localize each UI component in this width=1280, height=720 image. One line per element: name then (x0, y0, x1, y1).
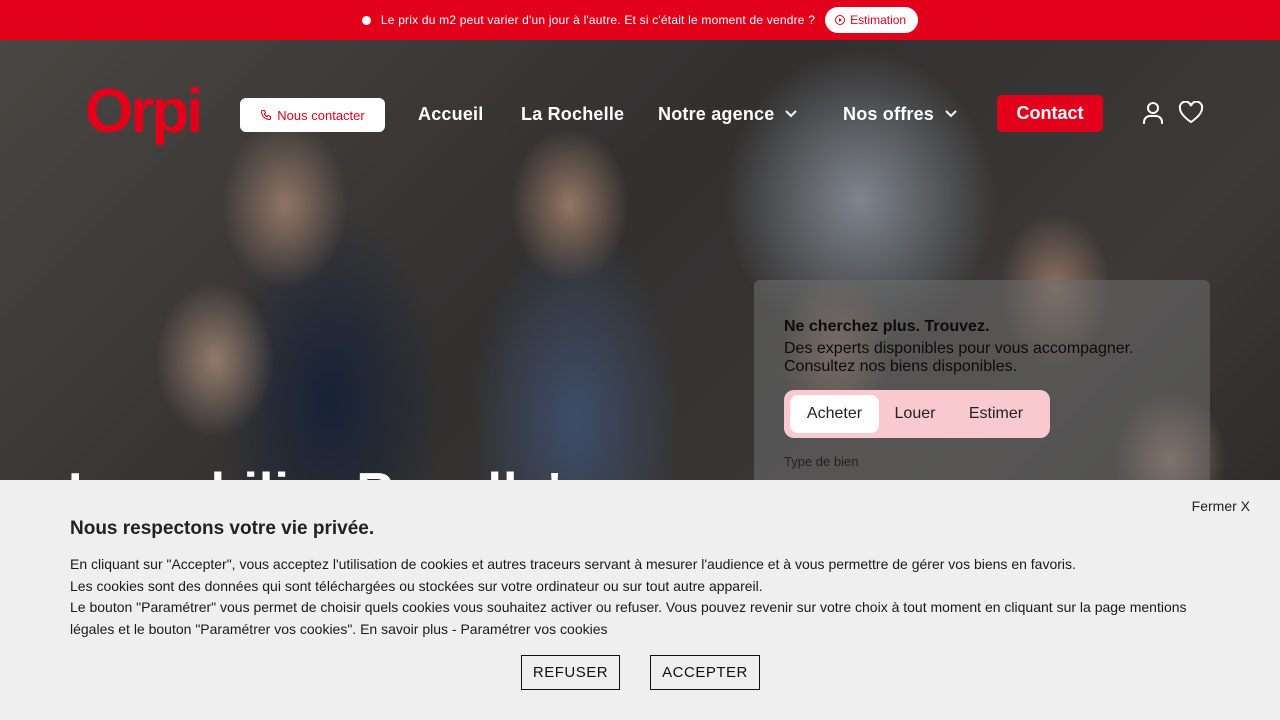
tab-louer[interactable]: Louer (879, 395, 951, 433)
bullet-dot-icon (361, 15, 371, 25)
nav-notre-agence[interactable]: Notre agence (658, 100, 798, 128)
estimation-label: Estimation (850, 13, 907, 27)
phone-icon (261, 110, 272, 121)
search-tabs: Acheter Louer Estimer (784, 390, 1050, 438)
nav-la-rochelle-label: La Rochelle (521, 103, 625, 124)
nav-accueil[interactable]: Accueil (418, 100, 483, 128)
contact-button-label: Contact (1016, 103, 1084, 123)
nav-la-rochelle[interactable]: La Rochelle (521, 100, 624, 128)
nav-nos-offres-label: Nos offres (843, 103, 935, 124)
cookie-banner: Fermer X Nous respectons votre vie privé… (0, 480, 1280, 720)
tab-acheter[interactable]: Acheter (790, 395, 879, 433)
announcement-message: Le prix du m2 peut varier d'un jour à l'… (380, 13, 816, 27)
nous-contacter-label: Nous contacter (277, 107, 365, 123)
nav-nos-offres[interactable]: Nos offres (843, 100, 958, 128)
svg-text:Orpi: Orpi (85, 82, 200, 146)
chevron-down-icon (785, 110, 798, 118)
cookie-paragraph-2: Les cookies sont des données qui sont té… (70, 577, 763, 594)
play-circle-icon (835, 15, 846, 25)
search-line-2: Consultez nos biens disponibles. (784, 358, 1018, 375)
cookie-paragraph-3: Le bouton "Paramétrer" vous permet de ch… (70, 599, 1187, 637)
cookie-title: Nous respectons votre vie privée. (70, 518, 375, 539)
cookie-refuse-button[interactable]: REFUSER (521, 655, 620, 690)
property-type-label: Type de bien (784, 454, 859, 469)
chevron-down-icon (945, 110, 957, 118)
announcement-bar: Le prix du m2 peut varier d'un jour à l'… (0, 0, 1280, 40)
cookie-accept-button[interactable]: ACCEPTER (650, 655, 760, 690)
cookie-paragraph-1: En cliquant sur "Accepter", vous accepte… (70, 556, 1076, 572)
cookie-close-button[interactable]: Fermer X (1192, 498, 1250, 514)
search-line-1: Des experts disponibles pour vous accomp… (784, 340, 1134, 357)
tab-estimer[interactable]: Estimer (951, 395, 1041, 433)
nous-contacter-button[interactable]: Nous contacter (240, 98, 385, 132)
nav-notre-agence-label: Notre agence (658, 103, 775, 124)
orpi-logo[interactable]: Orpi (85, 77, 207, 148)
contact-button[interactable]: Contact (997, 95, 1103, 132)
cookie-text: En cliquant sur "Accepter", vous accepte… (70, 554, 1220, 640)
estimation-button[interactable]: Estimation (825, 7, 919, 33)
nav-accueil-label: Accueil (418, 103, 484, 124)
favorites-heart-icon[interactable] (1178, 101, 1204, 125)
user-account-icon[interactable] (1142, 101, 1164, 125)
search-heading: Ne cherchez plus. Trouvez. (784, 318, 990, 335)
site-header: Orpi Nous contacter Accueil La Rochelle … (0, 40, 1280, 190)
search-panel: Ne cherchez plus. Trouvez. Des experts d… (754, 280, 1210, 500)
